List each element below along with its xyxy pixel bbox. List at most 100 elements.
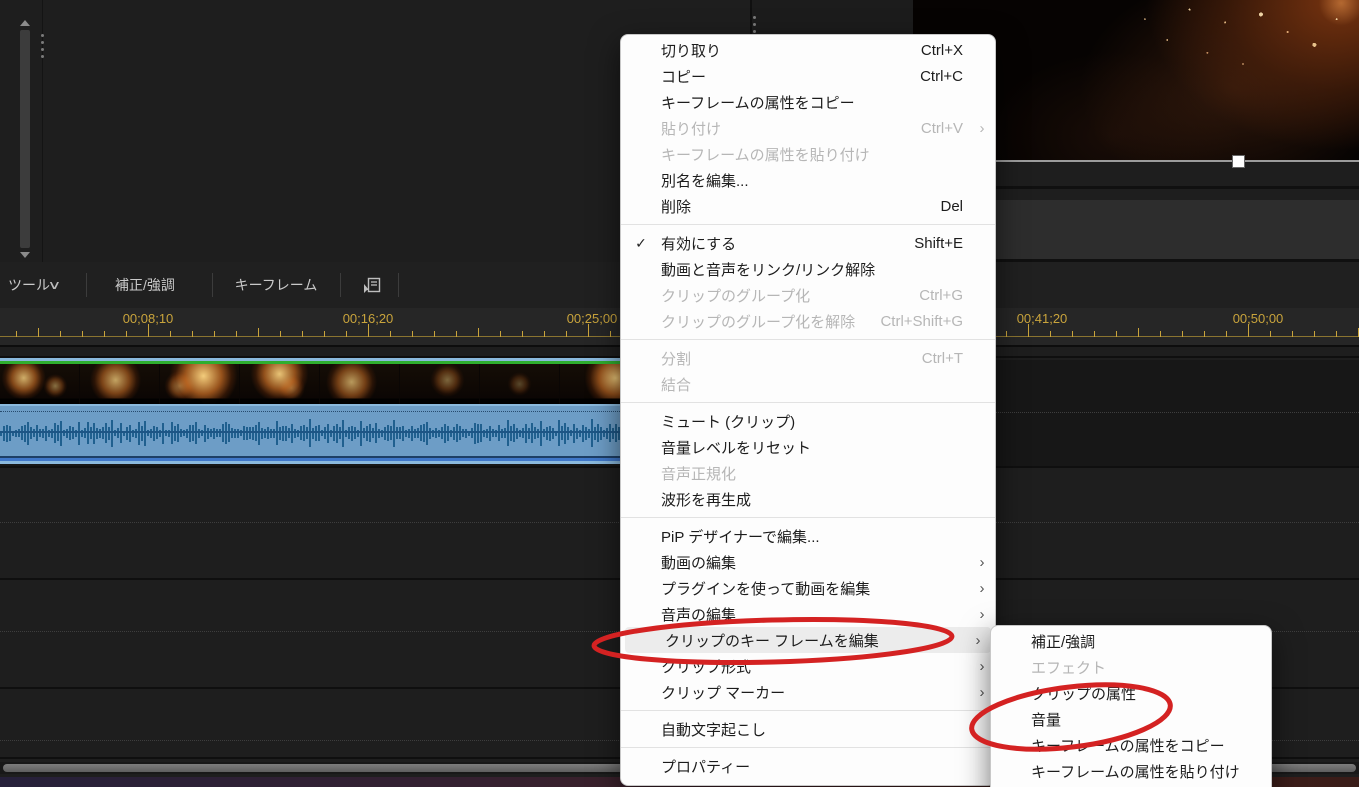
context-menu-item[interactable]: 音量 [991, 706, 1271, 732]
clip-thumbnail [400, 364, 479, 404]
context-menu-item: クリップのグループ化を解除 Ctrl+Shift+G [621, 308, 995, 334]
ruler-tick [192, 331, 193, 337]
clip-context-menu: 切り取り Ctrl+X コピー Ctrl+C キーフレームの属性をコピー 貼り付け Ctrl… [620, 34, 996, 786]
ruler-timecode-label: 00;50;00 [1232, 311, 1284, 326]
keyframe-button[interactable]: キーフレーム [230, 262, 322, 308]
context-menu-item: クリップのグループ化 Ctrl+G [621, 282, 995, 308]
menu-item-label: 補正/強調 [1031, 633, 1096, 651]
context-menu-item[interactable]: プラグインを使って動画を編集 › [621, 575, 995, 601]
clip-thumbnail [80, 364, 159, 404]
context-menu-item[interactable]: 波形を再生成 [621, 486, 995, 512]
timeline-clip-fireworks[interactable] [0, 358, 640, 464]
fix-enhance-button[interactable]: 補正/強調 [100, 262, 190, 308]
submenu-arrow-icon: › [979, 605, 985, 623]
context-menu-item[interactable]: ミュート (クリップ) [621, 408, 995, 434]
ruler-tick [544, 331, 545, 337]
ruler-tick [610, 331, 611, 337]
context-menu-item[interactable]: コピー Ctrl+C [621, 63, 995, 89]
ruler-tick [60, 331, 61, 337]
clip-audio-waveform-area [0, 406, 640, 456]
divider-drag-handle[interactable] [41, 34, 44, 62]
context-menu-item[interactable]: キーフレームの属性を貼り付け [991, 758, 1271, 784]
menu-item-label: 波形を再生成 [661, 491, 752, 509]
menu-item-shortcut: Ctrl+X [920, 41, 963, 59]
menu-item-label: キーフレームの属性をコピー [1031, 737, 1225, 755]
submenu-arrow-icon: › [979, 119, 985, 137]
chevron-down-icon[interactable]: ∨ [47, 262, 61, 308]
menu-item-shortcut: Ctrl+Shift+G [880, 312, 963, 330]
menu-item-label: クリップのキー フレームを編集 [665, 632, 879, 650]
clip-menu-icon[interactable] [356, 262, 388, 308]
submenu-arrow-icon: › [975, 631, 981, 649]
menu-item-label: 別名を編集... [661, 172, 749, 190]
menu-item-label: 分割 [661, 350, 692, 368]
ruler-tick [1138, 328, 1139, 337]
menu-item-label: キーフレームの属性を貼り付け [1031, 763, 1239, 781]
ruler-tick [1204, 331, 1205, 337]
menu-item-label: キーフレームの属性を貼り付け [661, 146, 870, 164]
context-menu-item[interactable]: PiP デザイナーで編集... [621, 523, 995, 549]
menu-item-shortcut: Ctrl+C [920, 67, 963, 85]
check-icon: ✓ [635, 234, 647, 251]
ruler-tick [1006, 331, 1007, 337]
audio-waveform-centerline [0, 431, 640, 433]
ruler-timecode-label: 00;41;20 [1016, 311, 1068, 326]
menu-item-shortcut: Shift+E [914, 234, 963, 252]
context-menu-item[interactable]: ✓ 有効にする Shift+E [621, 230, 995, 256]
audio-waveform [0, 414, 640, 452]
ruler-tick [302, 331, 303, 337]
ruler-tick [412, 331, 413, 337]
context-menu-item[interactable]: 自動文字起こし [621, 716, 995, 742]
ruler-tick [1336, 331, 1337, 337]
ruler-tick [16, 331, 17, 337]
context-menu-item[interactable]: キーフレームの属性をコピー [991, 732, 1271, 758]
ruler-tick [1050, 331, 1051, 337]
context-menu-item: 貼り付け Ctrl+V › [621, 115, 995, 141]
menu-item-label: クリップのグループ化を解除 [661, 313, 856, 331]
context-menu-item[interactable]: クリップのキー フレームを編集 › [625, 627, 991, 653]
ruler-timecode-label: 00;16;20 [342, 311, 394, 326]
menu-item-label: 自動文字起こし [661, 721, 767, 739]
vertical-scrollbar[interactable] [19, 20, 31, 258]
context-menu-item: 結合 [621, 371, 995, 397]
ruler-tick [104, 331, 105, 337]
menu-separator [621, 402, 995, 403]
tools-button[interactable]: ツール [8, 262, 50, 308]
vertical-scrollbar-thumb[interactable] [20, 30, 30, 248]
context-menu-item[interactable]: 別名を編集... [621, 167, 995, 193]
clip-thumbnail [480, 364, 559, 404]
context-menu-item[interactable]: 音量レベルをリセット [621, 434, 995, 460]
context-menu-item[interactable]: 補正/強調 [991, 628, 1271, 654]
menu-item-label: クリップの属性 [1031, 685, 1137, 703]
context-menu-item[interactable]: 動画と音声をリンク/リンク解除 [621, 256, 995, 282]
menu-item-shortcut: Ctrl+T [921, 349, 963, 367]
context-menu-item[interactable]: プロパティー [621, 753, 995, 779]
keyframe-edit-submenu: 補正/強調 エフェクト クリップの属性 音量 キーフレームの属性をコピー キーフレームの属… [990, 625, 1272, 787]
preview-scrub-handle[interactable] [1232, 155, 1245, 168]
context-menu-item[interactable]: 削除 Del [621, 193, 995, 219]
video-editor-window: ツール ∨ 補正/強調 キーフレーム 00;08;10 00;16;20 00;25… [0, 0, 1359, 787]
context-menu-item[interactable]: クリップの属性 [991, 680, 1271, 706]
toolbar-separator [398, 273, 399, 297]
context-menu-item[interactable]: クリップ マーカー › [621, 679, 995, 705]
clip-video-thumbnails [0, 364, 640, 404]
context-menu-item[interactable]: 切り取り Ctrl+X [621, 37, 995, 63]
clip-thumbnail [160, 364, 239, 404]
audio-volume-line [0, 411, 640, 412]
menu-item-label: クリップのグループ化 [661, 287, 811, 305]
toolbar-separator [212, 273, 213, 297]
context-menu-item[interactable]: 動画の編集 › [621, 549, 995, 575]
submenu-arrow-icon: › [979, 553, 985, 571]
menu-item-label: 有効にする [661, 235, 737, 253]
context-menu-item[interactable]: キーフレームの属性をコピー [621, 89, 995, 115]
scroll-down-arrow-icon[interactable] [20, 252, 30, 258]
ruler-tick [478, 328, 479, 337]
menu-item-shortcut: Ctrl+V [920, 119, 963, 137]
scroll-up-arrow-icon[interactable] [20, 20, 30, 26]
context-menu-item[interactable]: 音声の編集 › [621, 601, 995, 627]
ruler-tick [346, 331, 347, 337]
menu-item-label: プラグインを使って動画を編集 [661, 580, 871, 598]
ruler-tick [236, 331, 237, 337]
menu-item-label: 音声正規化 [661, 465, 737, 483]
context-menu-item[interactable]: クリップ形式 › [621, 653, 995, 679]
